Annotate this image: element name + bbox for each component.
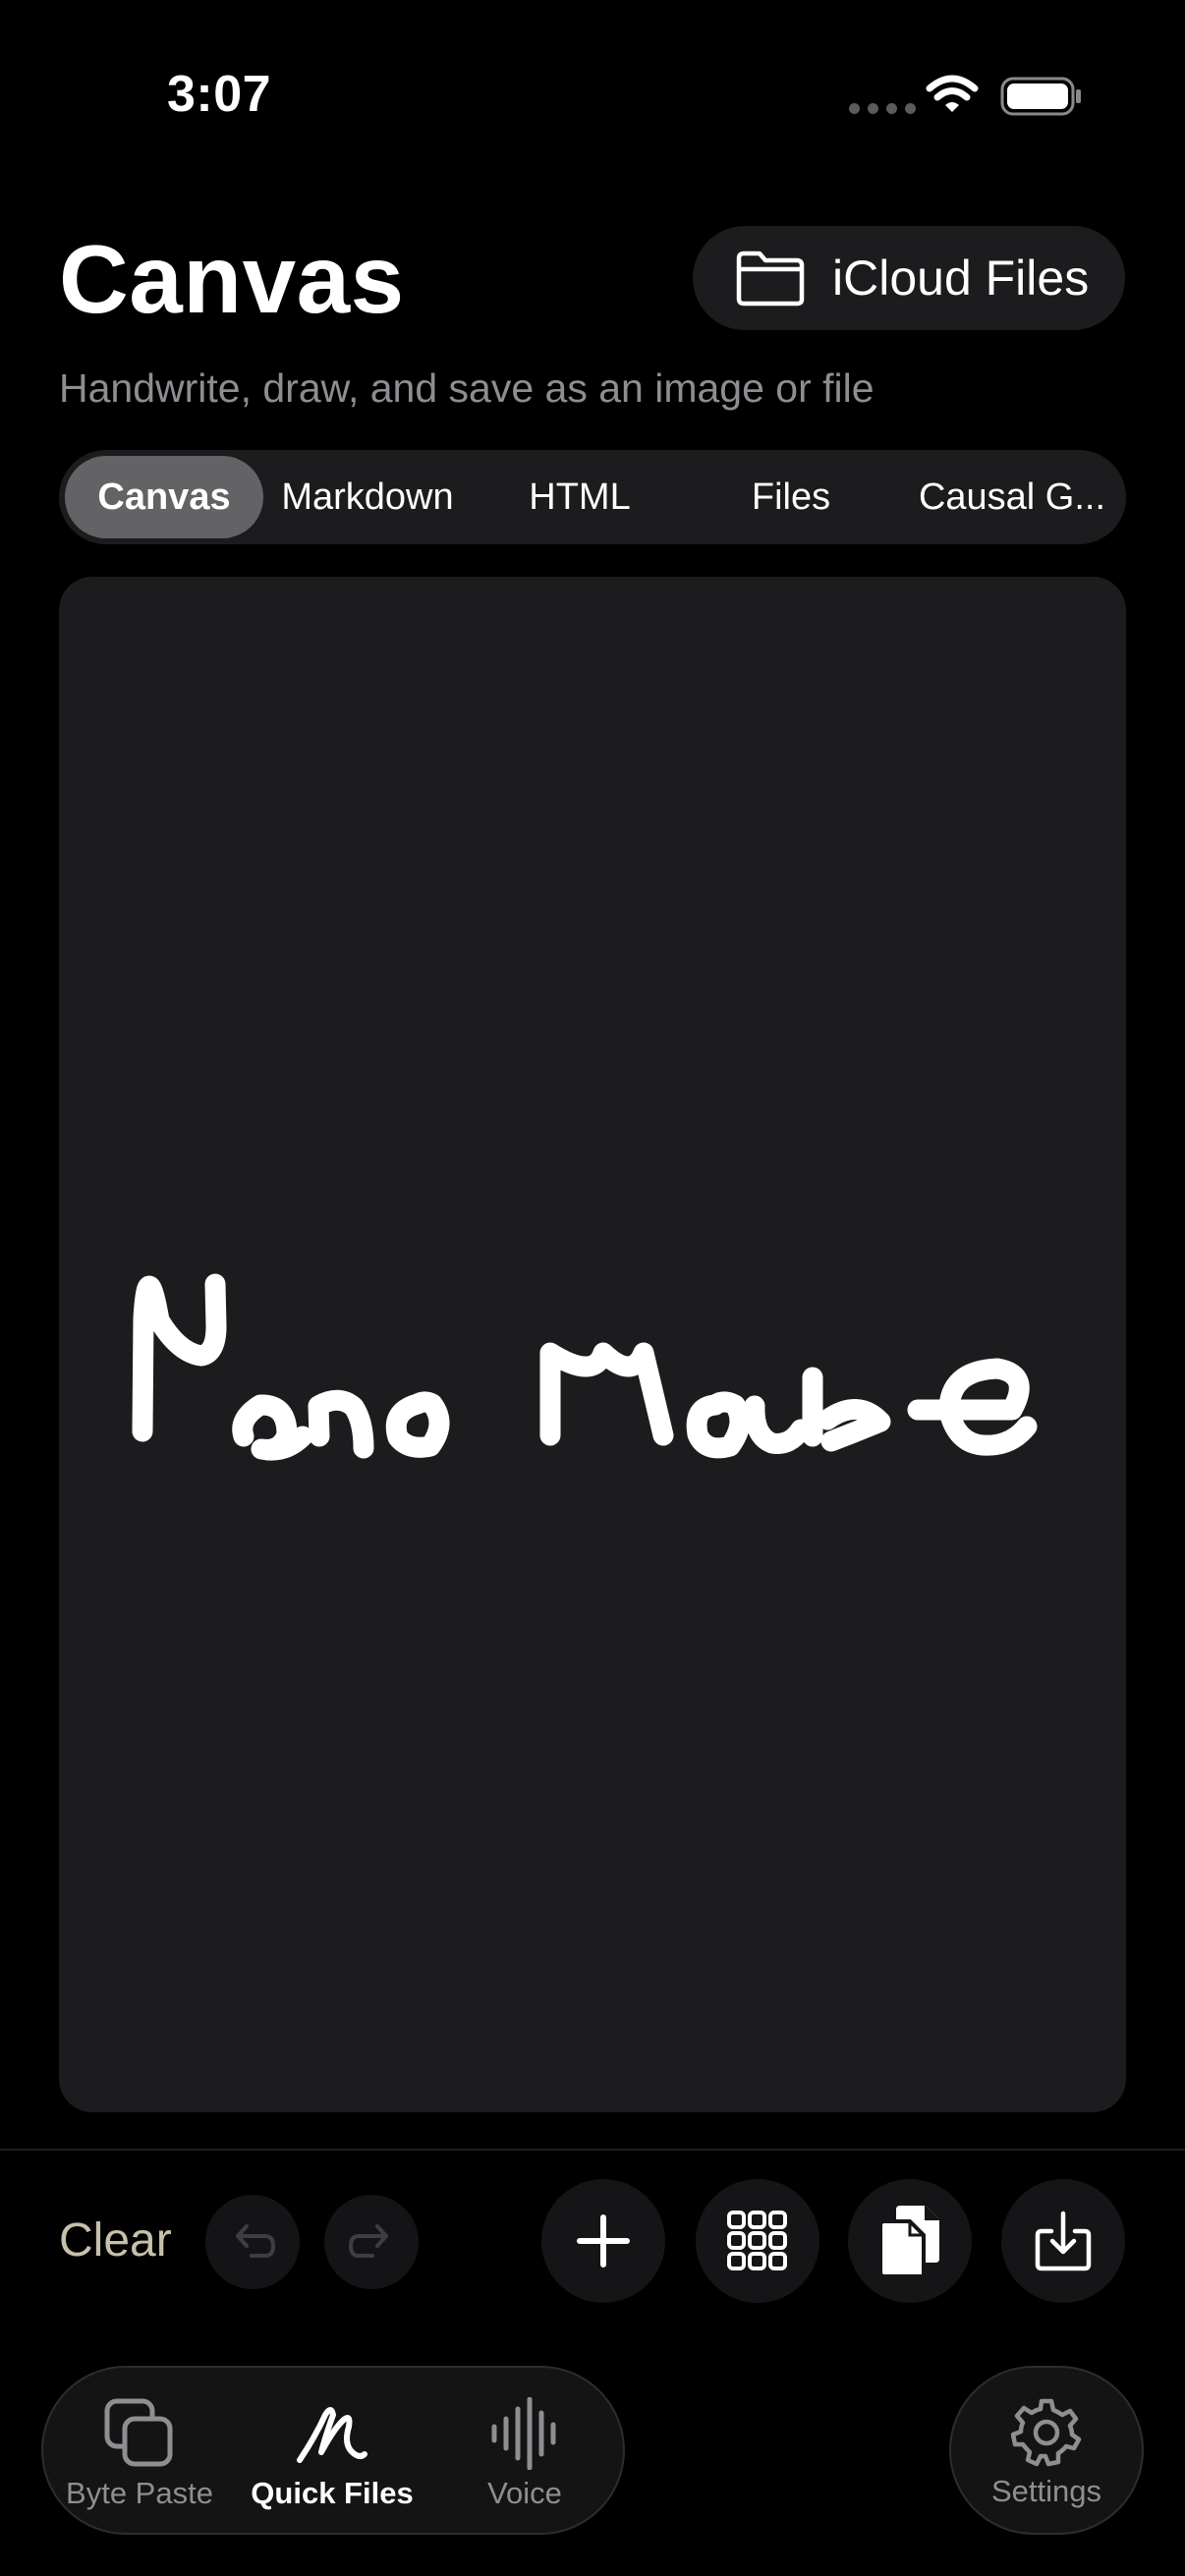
- toolbar-divider: [0, 2149, 1185, 2151]
- settings-button[interactable]: Settings: [949, 2366, 1144, 2535]
- tab-bar: Byte Paste Quick Files Voice: [41, 2366, 625, 2535]
- grid-icon: [727, 2211, 787, 2270]
- page-subtitle: Handwrite, draw, and save as an image or…: [59, 365, 875, 411]
- save-to-files-button[interactable]: [1001, 2179, 1125, 2303]
- tab-voice[interactable]: Voice: [446, 2368, 603, 2533]
- gear-icon: [1011, 2398, 1082, 2467]
- icloud-files-button[interactable]: iCloud Files: [693, 226, 1125, 330]
- tab-voice-label: Voice: [487, 2476, 562, 2510]
- segment-html[interactable]: HTML: [481, 456, 678, 538]
- handwriting-drawing: [132, 1273, 1038, 1461]
- status-time: 3:07: [167, 66, 272, 123]
- page-title: Canvas: [59, 225, 405, 333]
- copy-button[interactable]: [848, 2179, 972, 2303]
- icloud-files-label: iCloud Files: [832, 251, 1090, 306]
- drawing-canvas[interactable]: [59, 577, 1126, 2112]
- undo-icon: [236, 2224, 275, 2258]
- download-icon: [1035, 2211, 1092, 2271]
- scribble-icon: [297, 2407, 367, 2463]
- tab-quick-files-label: Quick Files: [251, 2476, 414, 2510]
- byte-paste-icon: [104, 2398, 173, 2467]
- folder-icon: [736, 251, 805, 307]
- grid-button[interactable]: [696, 2179, 819, 2303]
- tab-quick-files[interactable]: Quick Files: [246, 2368, 419, 2533]
- segment-causal[interactable]: Causal G...: [904, 456, 1120, 538]
- tab-byte-paste-label: Byte Paste: [66, 2476, 213, 2510]
- redo-icon: [349, 2224, 388, 2258]
- wifi-icon: [926, 75, 979, 112]
- plus-icon: [577, 2214, 630, 2268]
- battery-icon: [1000, 77, 1081, 116]
- settings-label: Settings: [990, 2474, 1101, 2508]
- tab-byte-paste[interactable]: Byte Paste: [61, 2368, 218, 2533]
- segment-markdown[interactable]: Markdown: [269, 456, 466, 538]
- mode-segmented-control: Canvas Markdown HTML Files Causal G...: [59, 450, 1126, 544]
- redo-button[interactable]: [324, 2195, 419, 2289]
- undo-button[interactable]: [205, 2195, 300, 2289]
- waveform-icon: [491, 2397, 556, 2470]
- segment-files[interactable]: Files: [693, 456, 889, 538]
- cellular-signal-icon: [849, 103, 916, 114]
- add-button[interactable]: [541, 2179, 665, 2303]
- segment-canvas[interactable]: Canvas: [65, 456, 263, 538]
- clear-button[interactable]: Clear: [59, 2213, 172, 2268]
- copy-icon: [878, 2206, 939, 2278]
